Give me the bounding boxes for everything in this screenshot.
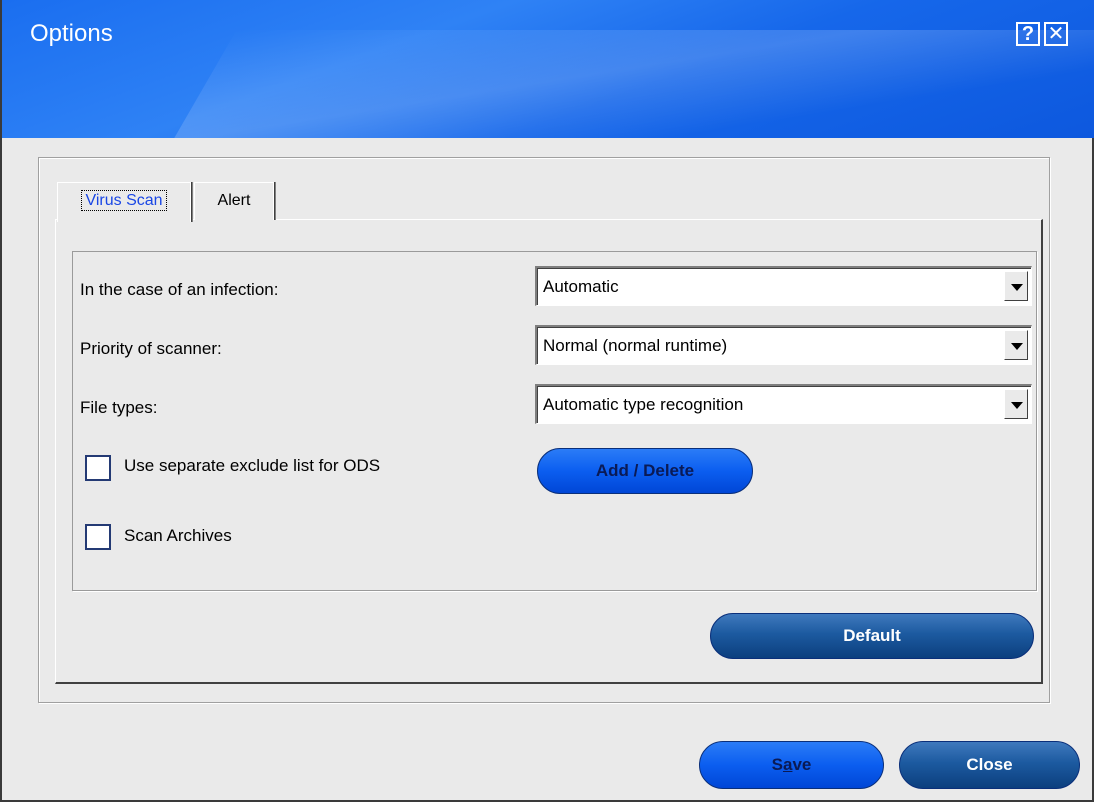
infection-action-select[interactable]: Automatic — [535, 266, 1032, 306]
priority-label: Priority of scanner: — [80, 339, 222, 358]
file-types-label: File types: — [80, 398, 158, 417]
options-dialog: Options ? ✕ Virus Scan Alert In the case… — [0, 0, 1094, 802]
tab-virus-scan[interactable]: Virus Scan — [57, 182, 191, 222]
infection-action-value: Automatic — [543, 277, 619, 296]
title-bar-gradient — [167, 30, 1094, 138]
save-label-prefix: S — [771, 755, 783, 774]
infection-label: In the case of an infection: — [80, 280, 279, 299]
save-button[interactable]: Save — [699, 741, 884, 789]
close-icon[interactable]: ✕ — [1044, 22, 1068, 46]
tab-alert[interactable]: Alert — [194, 182, 274, 220]
chevron-down-icon[interactable] — [1004, 271, 1028, 301]
close-button[interactable]: Close — [899, 741, 1080, 789]
file-types-select[interactable]: Automatic type recognition — [535, 384, 1032, 424]
save-label-suffix: ve — [792, 755, 812, 774]
tab-virus-scan-label: Virus Scan — [81, 190, 167, 211]
exclude-list-checkbox[interactable] — [85, 455, 111, 481]
exclude-list-label: Use separate exclude list for ODS — [124, 456, 381, 475]
add-delete-button[interactable]: Add / Delete — [537, 448, 753, 494]
help-icon[interactable]: ? — [1016, 22, 1040, 46]
chevron-down-icon[interactable] — [1004, 389, 1028, 419]
scan-archives-label: Scan Archives — [124, 526, 232, 545]
scanner-priority-value: Normal (normal runtime) — [543, 336, 728, 355]
dialog-title: Options — [30, 20, 113, 47]
default-button[interactable]: Default — [710, 613, 1034, 659]
title-bar: Options ? ✕ — [2, 0, 1094, 138]
tab-alert-label: Alert — [217, 192, 251, 209]
scanner-priority-select[interactable]: Normal (normal runtime) — [535, 325, 1032, 365]
file-types-value: Automatic type recognition — [543, 395, 744, 414]
scan-archives-checkbox[interactable] — [85, 524, 111, 550]
chevron-down-icon[interactable] — [1004, 330, 1028, 360]
